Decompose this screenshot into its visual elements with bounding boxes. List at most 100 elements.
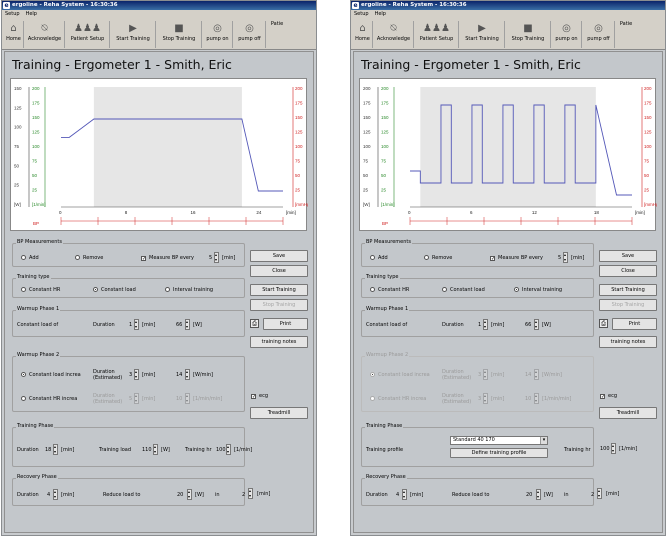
pump-on-button[interactable]: ◎ pump on bbox=[552, 21, 582, 48]
training-profile-select[interactable]: Standard 40 170 ▾ bbox=[450, 436, 548, 445]
patient-setup-button[interactable]: ♟♟♟ Patient Setup bbox=[66, 21, 110, 48]
warmup1-load-stepper[interactable] bbox=[185, 319, 190, 330]
bp-tick-label: 25 bbox=[295, 188, 301, 193]
warmup1-duration-stepper[interactable] bbox=[483, 319, 488, 330]
training-duration-stepper[interactable] bbox=[53, 444, 58, 455]
close-button[interactable]: Close bbox=[599, 265, 657, 277]
patient-setup-button[interactable]: ♟♟♟ Patient Setup bbox=[415, 21, 459, 48]
constant-load-increase-radio[interactable]: Constant load increa bbox=[370, 372, 430, 378]
constant-hr-radio[interactable]: Constant HR bbox=[21, 287, 60, 293]
ecg-checkbox[interactable]: ✓ ecg bbox=[600, 393, 617, 400]
start-training-button[interactable]: Start Training bbox=[599, 284, 657, 296]
stop-training-button[interactable]: Stop Training bbox=[599, 299, 657, 311]
group-title: Warmup Phase 1 bbox=[365, 306, 410, 312]
measure-bp-stepper[interactable] bbox=[563, 252, 568, 263]
ecg-checkbox[interactable]: ✓ ecg bbox=[251, 393, 268, 400]
bp-tick-label: 50 bbox=[644, 173, 650, 178]
pump-off-button[interactable]: ◎ pump off bbox=[234, 21, 266, 48]
training-hr-stepper[interactable] bbox=[611, 443, 616, 454]
acknowledge-button[interactable]: ⍉ Acknowledge bbox=[374, 21, 414, 48]
print-button[interactable]: Print bbox=[263, 318, 308, 330]
warmup2-rate-stepper[interactable] bbox=[534, 369, 539, 380]
home-button[interactable]: ⌂ Home bbox=[353, 21, 373, 48]
training-chart-svg: 150 125 100 75 50 25 [W] 200 175 150 125 100 75 50 25 [… bbox=[14, 86, 308, 226]
recovery-duration-value: 4 bbox=[396, 492, 400, 498]
bp-add-radio[interactable]: Add bbox=[370, 255, 388, 261]
warmup2-hr-rate-stepper[interactable] bbox=[534, 393, 539, 404]
constant-hr-increase-radio[interactable]: Constant HR increa bbox=[370, 396, 426, 402]
home-button[interactable]: ⌂ Home bbox=[4, 21, 24, 48]
watt-tick-label: 100 bbox=[363, 144, 371, 149]
stop-training-button[interactable]: ■ Stop Training bbox=[506, 21, 551, 48]
training-chart: 150 125 100 75 50 25 [W] 200 175 150 125 100 75 50 25 [… bbox=[10, 78, 308, 231]
training-notes-button[interactable]: training notes bbox=[250, 336, 308, 348]
app-logo-icon: e bbox=[352, 2, 359, 9]
warmup2-duration-stepper[interactable] bbox=[134, 369, 139, 380]
recovery-in-stepper[interactable] bbox=[248, 488, 253, 499]
pump-on-button[interactable]: ◎ pump on bbox=[203, 21, 233, 48]
x-tick-label: 6 bbox=[470, 210, 473, 215]
toolbar: ⌂ Home ⍉ Acknowledge ♟♟♟ Patient Setup ▶ Sta… bbox=[351, 19, 665, 50]
x-tick-label: 18 bbox=[594, 210, 600, 215]
patient-button[interactable]: Patie bbox=[267, 21, 287, 48]
measure-bp-checkbox[interactable]: ✓ Measure BP every bbox=[490, 255, 543, 262]
start-training-button[interactable]: ▶ Start Training bbox=[460, 21, 505, 48]
menu-help[interactable]: Help bbox=[26, 11, 37, 17]
start-training-button[interactable]: ▶ Start Training bbox=[111, 21, 156, 48]
save-button[interactable]: Save bbox=[250, 250, 308, 262]
training-notes-button[interactable]: training notes bbox=[599, 336, 657, 348]
warmup1-duration-stepper[interactable] bbox=[134, 319, 139, 330]
save-button[interactable]: Save bbox=[599, 250, 657, 262]
pump-off-icon: ◎ bbox=[245, 23, 254, 34]
recovery-phase-group: Recovery Phase Duration 4 [min] Reduce l… bbox=[12, 474, 245, 506]
warmup2-rate-stepper[interactable] bbox=[185, 369, 190, 380]
recovery-duration-stepper[interactable] bbox=[402, 489, 407, 500]
constant-hr-radio[interactable]: Constant HR bbox=[370, 287, 409, 293]
print-button[interactable]: Print bbox=[612, 318, 657, 330]
recovery-in-stepper[interactable] bbox=[597, 488, 602, 499]
training-load-stepper[interactable] bbox=[153, 444, 158, 455]
measure-bp-checkbox[interactable]: ✓ Measure BP every bbox=[141, 255, 194, 262]
unit-label: [min] bbox=[491, 372, 505, 378]
pump-off-button[interactable]: ◎ pump off bbox=[583, 21, 615, 48]
menu-help[interactable]: Help bbox=[375, 11, 386, 17]
treadmill-button[interactable]: Treadmill bbox=[599, 407, 657, 419]
hr-tick-label: 125 bbox=[381, 130, 389, 135]
measure-bp-stepper[interactable] bbox=[214, 252, 219, 263]
training-hr-stepper[interactable] bbox=[226, 444, 231, 455]
bp-add-radio[interactable]: Add bbox=[21, 255, 39, 261]
acknowledge-button[interactable]: ⍉ Acknowledge bbox=[25, 21, 65, 48]
constant-hr-increase-radio[interactable]: Constant HR increa bbox=[21, 396, 77, 402]
start-training-button[interactable]: Start Training bbox=[250, 284, 308, 296]
warmup2-hr-rate-value: 10 bbox=[176, 396, 183, 402]
constant-load-radio[interactable]: Constant load bbox=[93, 287, 136, 293]
warmup2-duration-stepper[interactable] bbox=[483, 369, 488, 380]
menu-setup[interactable]: Setup bbox=[354, 11, 369, 17]
bp-remove-radio[interactable]: Remove bbox=[424, 255, 452, 261]
close-button[interactable]: Close bbox=[250, 265, 308, 277]
group-title: Warmup Phase 1 bbox=[16, 306, 61, 312]
reduce-load-stepper[interactable] bbox=[187, 489, 192, 500]
stop-training-button[interactable]: ■ Stop Training bbox=[157, 21, 202, 48]
recovery-duration-stepper[interactable] bbox=[53, 489, 58, 500]
interval-training-radio[interactable]: Interval training bbox=[165, 287, 213, 293]
interval-training-radio[interactable]: Interval training bbox=[514, 287, 562, 293]
warmup2-hr-rate-stepper[interactable] bbox=[185, 393, 190, 404]
constant-load-increase-radio[interactable]: Constant load increa bbox=[21, 372, 81, 378]
define-training-profile-button[interactable]: Define training profile bbox=[450, 448, 548, 458]
warmup2-hr-duration-stepper[interactable] bbox=[134, 393, 139, 404]
bp-remove-radio[interactable]: Remove bbox=[75, 255, 103, 261]
warmup2-hr-duration-stepper[interactable] bbox=[483, 393, 488, 404]
warmup2-hr-duration-value: 5 bbox=[129, 396, 133, 402]
menu-setup[interactable]: Setup bbox=[5, 11, 20, 17]
constant-load-radio[interactable]: Constant load bbox=[442, 287, 485, 293]
patient-button[interactable]: Patie bbox=[616, 21, 636, 48]
training-profile-label: Training profile bbox=[366, 447, 404, 453]
unit-label: [min] bbox=[142, 396, 156, 402]
recovery-phase-group: Recovery Phase Duration 4 [min] Reduce l… bbox=[361, 474, 594, 506]
treadmill-button[interactable]: Treadmill bbox=[250, 407, 308, 419]
reduce-load-stepper[interactable] bbox=[536, 489, 541, 500]
warmup1-load-stepper[interactable] bbox=[534, 319, 539, 330]
stop-training-button[interactable]: Stop Training bbox=[250, 299, 308, 311]
training-duration-value: 18 bbox=[45, 447, 52, 453]
